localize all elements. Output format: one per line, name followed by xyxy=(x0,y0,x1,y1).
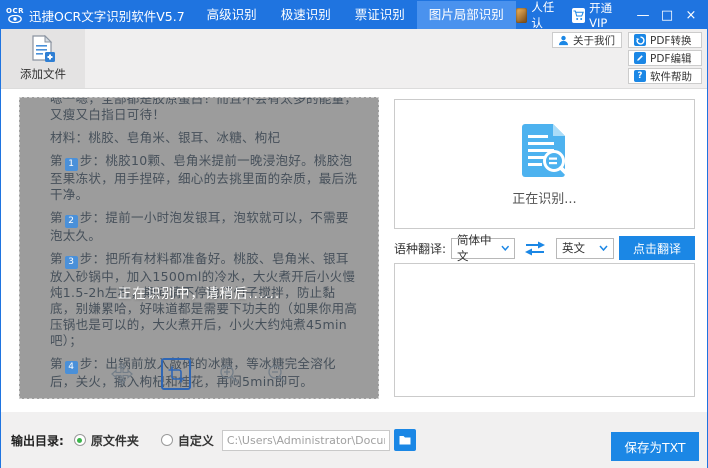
output-bar: 输出目录: 原文件夹 自定义 保存为TXT xyxy=(1,412,707,468)
zoom-in-tool-icon[interactable] xyxy=(219,364,239,384)
main-area: 嗯一嗯，全部都是胶原蛋白！而且不会有太多的能量，又瘦又白指日可待！ 材料：桃胶、… xyxy=(1,89,707,412)
toolbar-actions: 关于我们 PDF转换 xyxy=(552,32,702,84)
source-language-value: 简体中文 xyxy=(457,232,500,264)
preview-toolbar xyxy=(20,358,378,390)
output-path-input[interactable] xyxy=(222,430,390,451)
vip-label: 开通VIP xyxy=(589,0,621,30)
window-controls: — □ × xyxy=(631,4,703,26)
radio-unselected-icon xyxy=(161,434,173,446)
swap-languages-icon[interactable] xyxy=(524,241,546,256)
target-language-select[interactable]: 英文 xyxy=(556,238,614,259)
recipe-text: 嗯一嗯，全部都是胶原蛋白！而且不会有太多的能量，又瘦又白指日可待！ 材料：桃胶、… xyxy=(20,97,378,390)
add-file-label: 添加文件 xyxy=(20,66,66,82)
source-folder-label: 原文件夹 xyxy=(91,432,139,449)
cart-icon xyxy=(572,8,585,23)
about-us-button[interactable]: 关于我们 xyxy=(552,32,622,48)
translate-button[interactable]: 点击翻译 xyxy=(619,236,695,260)
source-language-select[interactable]: 简体中文 xyxy=(451,238,515,259)
recognition-result-panel: 正在识别... xyxy=(394,99,695,229)
pdf-convert-label: PDF转换 xyxy=(650,33,691,48)
minimize-button[interactable]: — xyxy=(631,4,655,26)
titlebar-right: 人任认 开通VIP — □ × xyxy=(516,0,707,31)
app-window: OCR 迅捷OCR文字识别软件V5.7 高级识别 极速识别 票证识别 图片局部识… xyxy=(0,0,708,468)
recognizing-overlay: 正在识别中，请稍后...... xyxy=(20,282,378,302)
about-us-label: 关于我们 xyxy=(573,33,615,48)
step-badge: 2 xyxy=(65,215,78,228)
translation-bar: 语种翻译: 简体中文 英文 点击 xyxy=(394,236,695,260)
step-badge: 3 xyxy=(65,256,78,269)
add-file-icon xyxy=(30,35,56,63)
output-directory-label: 输出目录: xyxy=(11,432,64,449)
close-button[interactable]: × xyxy=(679,4,703,26)
tab-fast-ocr[interactable]: 极速识别 xyxy=(269,1,343,29)
chevron-down-icon xyxy=(501,245,510,251)
translation-result-panel xyxy=(394,263,695,397)
recipe-paragraph: 嗯一嗯，全部都是胶原蛋白！而且不会有太多的能量，又瘦又白指日可待！ xyxy=(50,97,360,123)
recipe-paragraph: 第2步：提前一小时泡发银耳，泡软就可以，不需要泡太久。 xyxy=(50,210,360,244)
maximize-button[interactable]: □ xyxy=(655,4,679,26)
user-label: 人任认 xyxy=(531,0,558,31)
logo-text: OCR xyxy=(6,8,24,15)
user-account[interactable]: 人任认 xyxy=(516,0,558,31)
browse-folder-button[interactable] xyxy=(394,429,416,451)
pdf-edit-button[interactable]: PDF编辑 xyxy=(628,50,702,66)
document-scan-icon xyxy=(518,122,572,180)
toolbar: 添加文件 关于我们 xyxy=(1,29,707,89)
pdf-convert-button[interactable]: PDF转换 xyxy=(628,32,702,48)
user-avatar-icon xyxy=(516,8,528,23)
radio-selected-icon xyxy=(74,434,86,446)
folder-icon xyxy=(399,435,411,445)
add-file-button[interactable]: 添加文件 xyxy=(1,29,85,88)
software-help-label: 软件帮助 xyxy=(650,69,692,84)
eye-icon xyxy=(8,15,22,23)
pencil-icon xyxy=(634,52,646,64)
recognition-status-text: 正在识别... xyxy=(512,188,576,207)
titlebar: OCR 迅捷OCR文字识别软件V5.7 高级识别 极速识别 票证识别 图片局部识… xyxy=(1,1,707,29)
zoom-out-tool-icon[interactable] xyxy=(267,364,287,384)
radio-source-folder[interactable]: 原文件夹 xyxy=(74,432,139,449)
image-preview[interactable]: 嗯一嗯，全部都是胶原蛋白！而且不会有太多的能量，又瘦又白指日可待！ 材料：桃胶、… xyxy=(19,97,379,399)
pan-tool-icon[interactable] xyxy=(111,363,133,385)
radio-custom-folder[interactable]: 自定义 xyxy=(161,432,214,449)
chevron-down-icon xyxy=(599,245,608,251)
recipe-paragraph: 材料：桃胶、皂角米、银耳、冰糖、枸杞 xyxy=(50,130,360,146)
tab-advanced-ocr[interactable]: 高级识别 xyxy=(195,1,269,29)
paragraph-text: 嗯一嗯，全部都是胶原蛋白！而且不会有太多的能量，又瘦又白指日可待！ xyxy=(50,97,357,122)
pdf-edit-label: PDF编辑 xyxy=(650,51,691,66)
custom-folder-label: 自定义 xyxy=(178,432,214,449)
question-icon: ? xyxy=(634,70,646,82)
target-language-value: 英文 xyxy=(562,240,585,256)
app-title: 迅捷OCR文字识别软件V5.7 xyxy=(29,6,185,25)
software-help-button[interactable]: ? 软件帮助 xyxy=(628,68,702,84)
recipe-paragraph: 第1步：桃胶10颗、皂角米提前一晚浸泡好。桃胶泡至果冻状，用手捏碎，细心的去挑里… xyxy=(50,153,360,203)
step-badge: 1 xyxy=(65,158,78,171)
open-vip-button[interactable]: 开通VIP xyxy=(572,0,621,30)
tab-ticket-ocr[interactable]: 票证识别 xyxy=(343,1,417,29)
paragraph-text: 材料：桃胶、皂角米、银耳、冰糖、枸杞 xyxy=(50,130,280,145)
app-logo: OCR xyxy=(6,8,24,23)
tab-partial-image-ocr[interactable]: 图片局部识别 xyxy=(417,1,516,29)
person-icon xyxy=(558,35,569,46)
main-tabs: 高级识别 极速识别 票证识别 图片局部识别 xyxy=(195,1,516,29)
save-as-txt-button[interactable]: 保存为TXT xyxy=(611,432,699,461)
translation-label: 语种翻译: xyxy=(394,240,446,257)
crop-tool-icon[interactable] xyxy=(161,358,191,390)
convert-icon xyxy=(634,34,646,46)
